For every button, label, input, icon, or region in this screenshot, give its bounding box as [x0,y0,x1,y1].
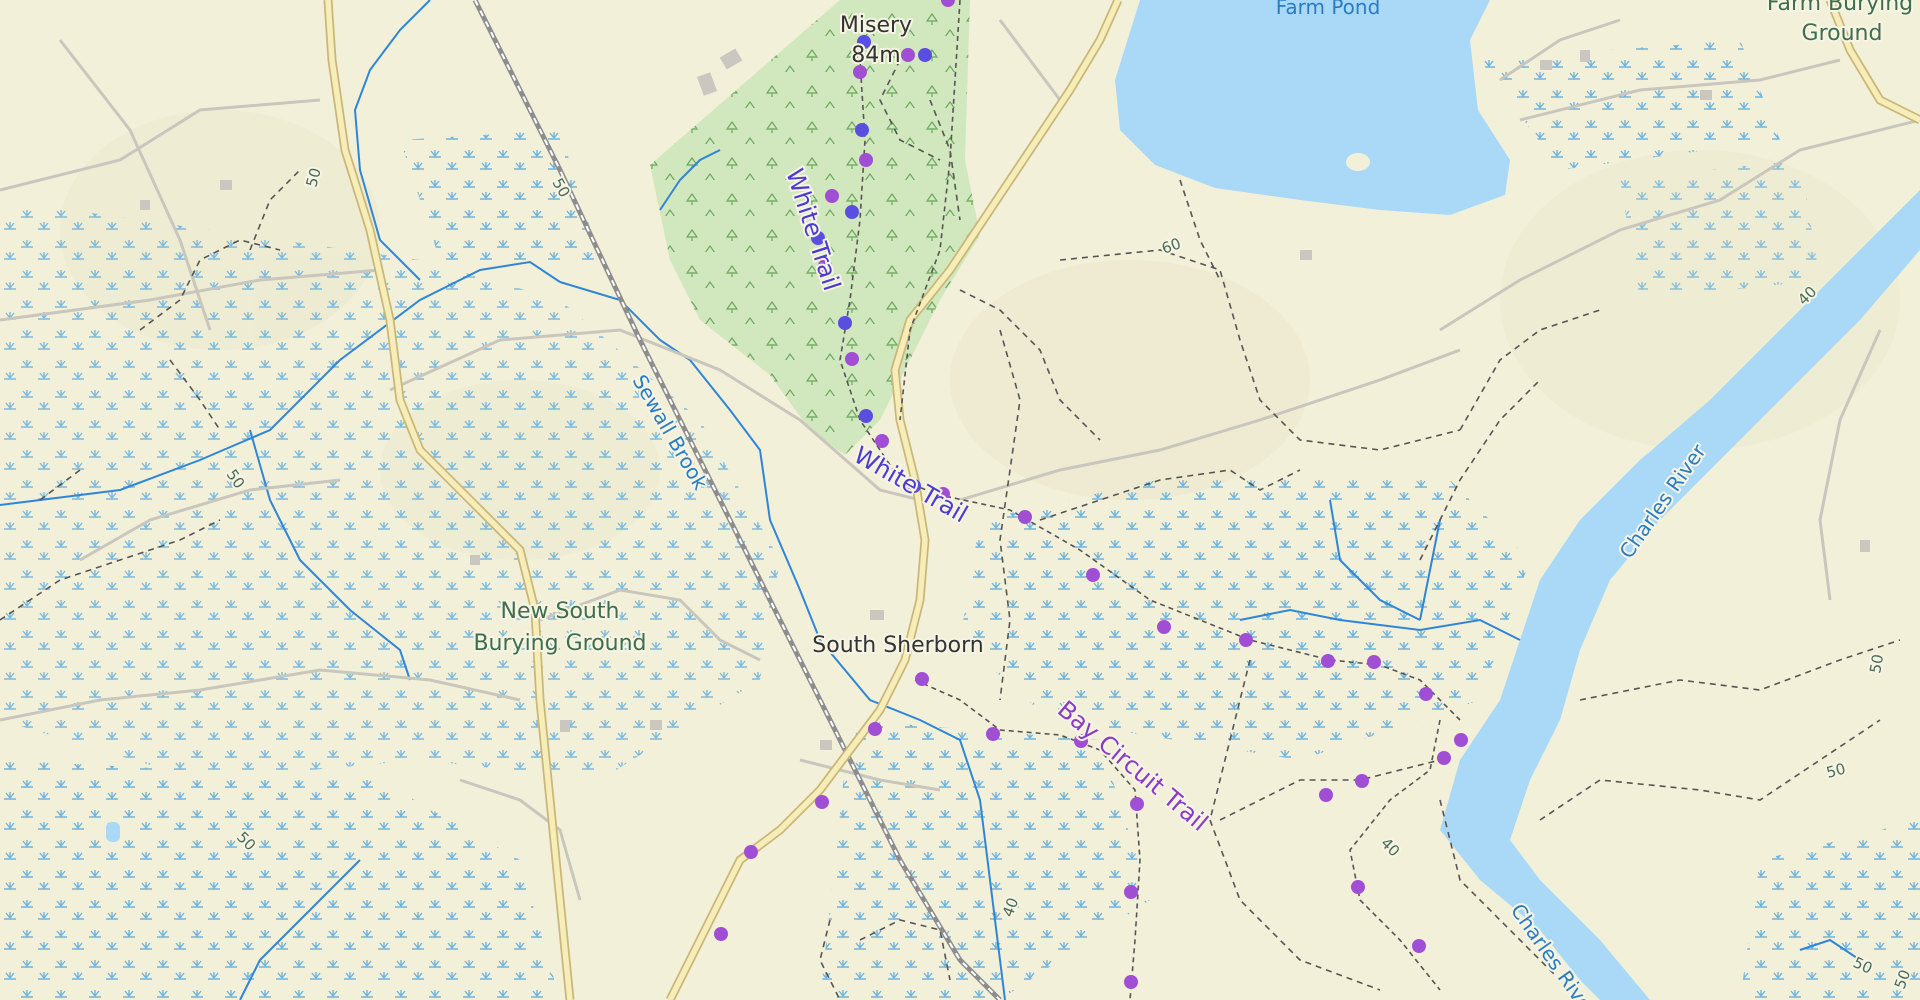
trail-waypoint-icon [1351,880,1365,894]
trail-waypoint-icon [859,409,873,423]
trail-waypoint-icon [855,123,869,137]
contour-label: 50 [1866,653,1887,675]
trail-waypoint-icon [1437,751,1451,765]
trail-waypoint-icon [838,316,852,330]
trail-waypoint-icon [859,153,873,167]
trail-waypoint-icon [1157,620,1171,634]
new-south-burying-ground-label-1: New South [501,599,620,624]
trail-waypoint-icon [1239,633,1253,647]
farm-burying-ground-label-2: Ground [1802,21,1883,46]
trail-waypoint-icon [845,205,859,219]
trail-waypoint-icon [1130,797,1144,811]
trail-waypoint-icon [845,352,859,366]
trail-waypoint-icon [825,189,839,203]
topographic-map[interactable]: 50 50 50 50 60 40 40 40 50 50 50 50 Mise… [0,0,1920,1000]
peak-name-label: Misery [840,13,912,38]
marsh-area [1620,160,1820,300]
trail-waypoint-icon [1355,774,1369,788]
trail-waypoint-icon [868,722,882,736]
trail-waypoint-icon [1412,939,1426,953]
trail-waypoint-icon [918,48,932,62]
trail-waypoint-icon [1086,568,1100,582]
trail-waypoint-icon [1454,733,1468,747]
farm-burying-ground-label-1: Farm Burying [1767,0,1913,16]
trail-waypoint-icon [1124,975,1138,989]
south-sherborn-label: South Sherborn [812,633,983,658]
new-south-burying-ground-label-2: Burying Ground [473,631,646,656]
trail-waypoint-icon [1321,654,1335,668]
trail-waypoint-icon [815,795,829,809]
farm-pond-label: Farm Pond [1276,0,1381,19]
trail-waypoint-icon [901,48,915,62]
small-pond [106,822,120,842]
trail-waypoint-icon [744,845,758,859]
peak-elevation-label: 84m [851,43,900,68]
trail-waypoint-icon [986,727,1000,741]
trail-waypoint-icon [1018,510,1032,524]
trail-waypoint-icon [1419,687,1433,701]
trail-waypoint-icon [1124,885,1138,899]
pond-island [1346,153,1370,171]
trail-waypoint-icon [714,927,728,941]
trail-waypoint-icon [1367,655,1381,669]
trail-waypoint-icon [1319,788,1333,802]
trail-waypoint-icon [915,672,929,686]
trail-waypoint-icon [875,434,889,448]
